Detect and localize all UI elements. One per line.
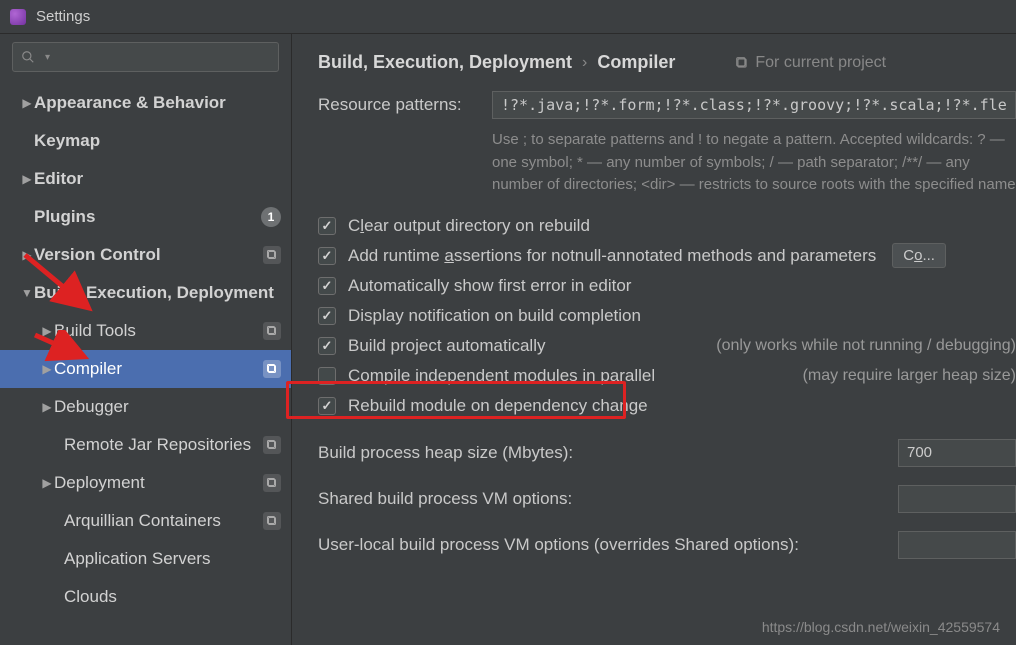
plugins-badge: 1 [261, 207, 281, 227]
sidebar-item-editor[interactable]: ▶Editor [0, 160, 291, 198]
chevron-icon: ▶ [20, 248, 34, 262]
sidebar-item-remote-jar[interactable]: Remote Jar Repositories [0, 426, 291, 464]
check-show-first-error[interactable]: Automatically show first error in editor [318, 271, 1016, 301]
chevron-icon: ▶ [40, 362, 54, 376]
shared-vm-input[interactable] [898, 485, 1016, 513]
sidebar-item-build-tools[interactable]: ▶Build Tools [0, 312, 291, 350]
sidebar-item-compiler[interactable]: ▶Compiler [0, 350, 291, 388]
sidebar-item-debugger[interactable]: ▶Debugger [0, 388, 291, 426]
sidebar-item-plugins[interactable]: Plugins1 [0, 198, 291, 236]
configure-annotations-button[interactable]: Co... [892, 243, 946, 268]
checkbox-icon[interactable] [318, 337, 336, 355]
resource-patterns-label: Resource patterns: [318, 91, 492, 115]
chevron-icon: ▶ [40, 324, 54, 338]
project-scope-icon [263, 322, 281, 340]
check-runtime-assertions[interactable]: Add runtime assertions for notnull-annot… [318, 241, 1016, 271]
userlocal-vm-input[interactable] [898, 531, 1016, 559]
project-scope-icon [263, 246, 281, 264]
check-label: Display notification on build completion [348, 306, 641, 326]
project-scope-icon [263, 474, 281, 492]
chevron-icon: ▶ [20, 172, 34, 186]
breadcrumb-sep-icon: › [582, 54, 587, 72]
check-build-auto[interactable]: Build project automatically (only works … [318, 331, 1016, 361]
sidebar-item-deployment[interactable]: ▶Deployment [0, 464, 291, 502]
check-label: Clear output directory on rebuild [348, 216, 590, 236]
check-label: Add runtime assertions for notnull-annot… [348, 246, 876, 266]
search-input[interactable]: ▾ [12, 42, 279, 72]
chevron-icon: ▶ [20, 96, 34, 110]
checkbox-icon[interactable] [318, 217, 336, 235]
checkbox-icon[interactable] [318, 307, 336, 325]
check-clear-output[interactable]: Clear output directory on rebuild [318, 211, 1016, 241]
chevron-down-icon: ▼ [20, 286, 34, 300]
resource-patterns-hint: Use ; to separate patterns and ! to nega… [318, 129, 1016, 197]
chevron-icon: ▶ [40, 400, 54, 414]
checkbox-icon[interactable] [318, 277, 336, 295]
check-label: Compile independent modules in parallel [348, 366, 655, 386]
breadcrumb-segment[interactable]: Build, Execution, Deployment [318, 52, 572, 73]
sidebar-item-version-control[interactable]: ▶Version Control [0, 236, 291, 274]
userlocal-vm-label: User-local build process VM options (ove… [318, 535, 898, 555]
project-scope-icon [263, 436, 281, 454]
settings-tree: ▶Appearance & Behavior Keymap ▶Editor Pl… [0, 80, 291, 616]
heap-size-label: Build process heap size (Mbytes): [318, 443, 898, 463]
app-icon [10, 9, 26, 25]
breadcrumb: Build, Execution, Deployment › Compiler [318, 52, 675, 73]
check-label: Rebuild module on dependency change [348, 396, 648, 416]
check-note: (may require larger heap size) [783, 367, 1016, 385]
breadcrumb-segment: Compiler [597, 52, 675, 73]
chevron-icon: ▶ [40, 476, 54, 490]
settings-sidebar: ▾ ▶Appearance & Behavior Keymap ▶Editor … [0, 34, 292, 645]
check-rebuild-dependency[interactable]: Rebuild module on dependency change [318, 391, 1016, 421]
shared-vm-label: Shared build process VM options: [318, 489, 898, 509]
sidebar-item-build-execution[interactable]: ▼Build, Execution, Deployment [0, 274, 291, 312]
sidebar-item-arquillian[interactable]: Arquillian Containers [0, 502, 291, 540]
checkbox-icon[interactable] [318, 397, 336, 415]
sidebar-item-appearance[interactable]: ▶Appearance & Behavior [0, 84, 291, 122]
titlebar: Settings [0, 0, 1016, 34]
window-title: Settings [36, 8, 90, 25]
sidebar-item-clouds[interactable]: Clouds [0, 578, 291, 616]
check-label: Automatically show first error in editor [348, 276, 631, 296]
check-display-notification[interactable]: Display notification on build completion [318, 301, 1016, 331]
check-label: Build project automatically [348, 336, 545, 356]
heap-size-input[interactable] [898, 439, 1016, 467]
project-scope-icon [263, 512, 281, 530]
checkbox-icon[interactable] [318, 247, 336, 265]
resource-patterns-input[interactable] [492, 91, 1016, 119]
search-field[interactable] [50, 49, 270, 65]
checkbox-icon[interactable] [318, 367, 336, 385]
watermark: https://blog.csdn.net/weixin_42559574 [762, 619, 1000, 635]
sidebar-item-app-servers[interactable]: Application Servers [0, 540, 291, 578]
sidebar-item-keymap[interactable]: Keymap [0, 122, 291, 160]
check-compile-parallel[interactable]: Compile independent modules in parallel … [318, 361, 1016, 391]
for-project-label: For current project [735, 54, 886, 72]
settings-content: Build, Execution, Deployment › Compiler … [292, 34, 1016, 645]
check-note: (only works while not running / debuggin… [696, 337, 1016, 355]
project-scope-icon [263, 360, 281, 378]
